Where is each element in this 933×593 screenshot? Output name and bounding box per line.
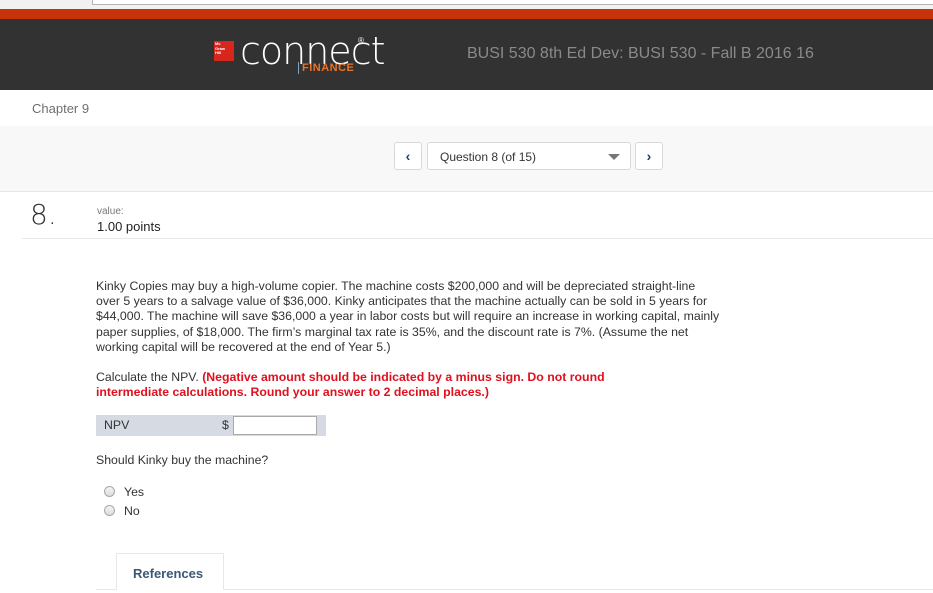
question-selector-dropdown[interactable]: Question 8 (of 15)	[427, 142, 631, 170]
option-label: Yes	[124, 485, 145, 499]
course-title: BUSI 530 8th Ed Dev: BUSI 530 - Fall B 2…	[467, 45, 814, 62]
option-label: No	[124, 504, 140, 518]
question-selector-label: Question 8 (of 15)	[440, 150, 537, 164]
option-no[interactable]: No	[104, 504, 264, 520]
previous-question-button[interactable]: ‹	[394, 142, 422, 170]
npv-input[interactable]	[233, 416, 317, 435]
question-points: 1.00 points	[97, 219, 161, 234]
chapter-title: Chapter 9	[32, 101, 90, 116]
value-label: value:	[97, 206, 124, 217]
tab-label: References	[133, 566, 204, 581]
accent-bar	[0, 9, 933, 19]
tab-references[interactable]: References	[116, 553, 224, 590]
next-question-button[interactable]: ›	[635, 142, 663, 170]
divider	[22, 238, 933, 239]
mcgraw-hill-logo-icon: Mc Graw Hill	[214, 41, 234, 61]
registered-mark: ®	[358, 36, 364, 45]
radio-button-no[interactable]	[104, 505, 115, 516]
npv-answer-row: NPV $	[96, 415, 326, 436]
address-bar[interactable]	[92, 0, 933, 5]
caret-down-icon	[608, 154, 620, 160]
app-header: Mc Graw Hill connect ® FINANCE BUSI 530 8t…	[0, 19, 933, 90]
radio-button-yes[interactable]	[104, 486, 115, 497]
option-yes[interactable]: Yes	[104, 485, 264, 501]
question-number: 8.	[30, 198, 57, 231]
instruction: Calculate the NPV. (Negative amount shou…	[96, 370, 666, 400]
product-subject: FINANCE	[298, 62, 354, 74]
npv-label: NPV	[104, 418, 130, 432]
problem-text: Kinky Copies may buy a high-volume copie…	[96, 279, 720, 354]
chevron-left-icon: ‹	[405, 148, 411, 164]
currency-symbol: $	[222, 418, 229, 432]
chevron-right-icon: ›	[646, 148, 652, 164]
instruction-text: Calculate the NPV.	[96, 370, 203, 384]
followup-question: Should Kinky buy the machine?	[96, 453, 269, 467]
browser-chrome	[0, 0, 933, 9]
